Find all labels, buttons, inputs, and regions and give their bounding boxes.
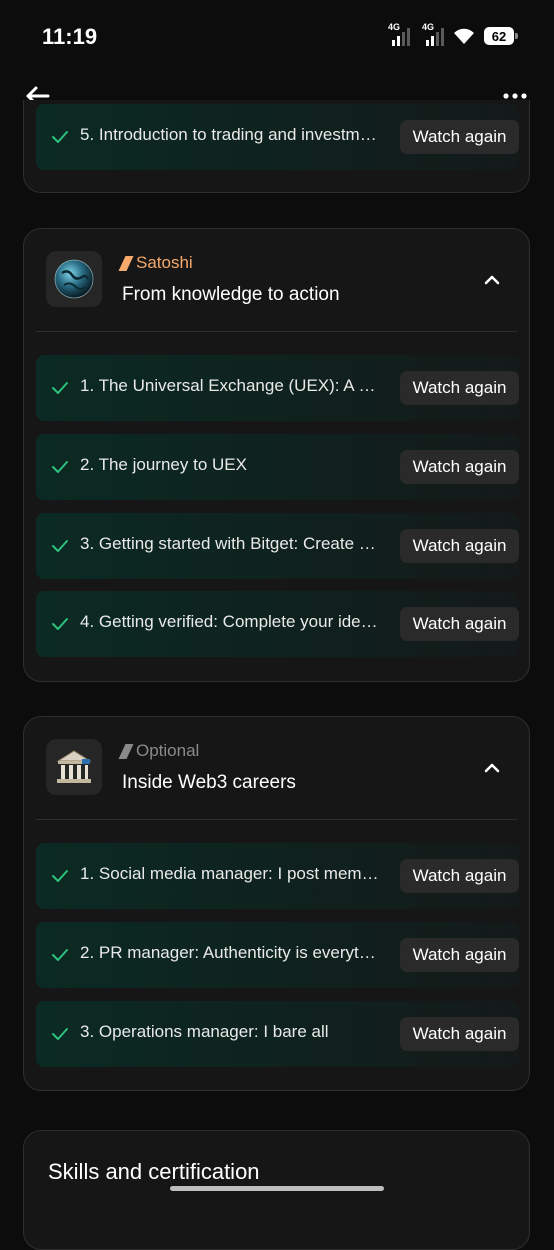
watch-again-button[interactable]: Watch again	[400, 371, 519, 405]
watch-again-button[interactable]: Watch again	[400, 120, 519, 154]
check-icon	[52, 540, 68, 552]
course-tag-label: Satoshi	[136, 253, 193, 272]
status-bar: 11:19 4G 4G 62	[0, 0, 554, 72]
collapse-button[interactable]	[481, 269, 503, 291]
lesson-item[interactable]: 2. The journey to UEX Watch again	[36, 434, 519, 500]
course-tag: Satoshi	[118, 253, 193, 273]
lesson-title: 1. The Universal Exchange (UEX): A new e…	[80, 376, 380, 395]
check-icon	[52, 1028, 68, 1040]
course-card-header[interactable]: Satoshi From knowledge to action	[24, 229, 529, 331]
lesson-title: 3. Operations manager: I bare all	[80, 1022, 329, 1041]
lesson-title: 3. Getting started with Bitget: Create y…	[80, 534, 380, 553]
check-icon	[52, 870, 68, 882]
check-icon	[52, 461, 68, 473]
check-icon	[52, 382, 68, 394]
divider	[36, 331, 517, 332]
lesson-title: 2. PR manager: Authenticity is everythin…	[80, 943, 380, 962]
divider	[36, 819, 517, 820]
watch-again-button[interactable]: Watch again	[400, 1017, 519, 1051]
skills-card-title: Skills and certification	[48, 1159, 260, 1184]
watch-again-button[interactable]: Watch again	[400, 859, 519, 893]
lesson-title: 4. Getting verified: Complete your ident…	[80, 612, 380, 631]
tag-slash-icon	[118, 255, 134, 271]
tag-slash-icon	[118, 743, 134, 759]
network-type-label: 4G	[388, 22, 401, 32]
bank-icon	[56, 750, 92, 783]
course-title: From knowledge to action	[122, 284, 340, 305]
globe-icon	[54, 259, 94, 299]
course-title: Inside Web3 careers	[122, 772, 296, 793]
lesson-item[interactable]: 3. Getting started with Bitget: Create y…	[36, 513, 519, 579]
check-icon	[52, 131, 68, 143]
course-tag-label: Optional	[136, 741, 200, 760]
lesson-title: 5. Introduction to trading and investmen…	[80, 125, 380, 144]
status-time: 11:19	[42, 24, 98, 49]
course-card: Optional Inside Web3 careers 1. Social m…	[23, 716, 530, 1091]
check-icon	[52, 949, 68, 961]
lesson-item[interactable]: 3. Operations manager: I bare all Watch …	[36, 1001, 519, 1067]
home-indicator[interactable]	[170, 1186, 384, 1191]
course-icon	[46, 251, 102, 307]
watch-again-button[interactable]: Watch again	[400, 529, 519, 563]
watch-again-button[interactable]: Watch again	[400, 450, 519, 484]
watch-again-button[interactable]: Watch again	[400, 938, 519, 972]
course-card: Satoshi From knowledge to action 1. The …	[23, 228, 530, 682]
cellular-signal-icon: 4G	[422, 22, 444, 46]
lesson-item[interactable]: 4. Getting verified: Complete your ident…	[36, 591, 519, 657]
battery-icon: 62	[484, 27, 518, 45]
network-type-label: 4G	[422, 22, 435, 32]
collapse-button[interactable]	[481, 757, 503, 779]
lesson-title: 2. The journey to UEX	[80, 455, 247, 474]
chevron-up-icon	[484, 275, 500, 285]
course-card-partial: 5. Introduction to trading and investmen…	[23, 100, 530, 193]
lesson-title: 1. Social media manager: I post memes fo…	[80, 864, 380, 883]
course-tag: Optional	[118, 741, 200, 761]
course-card-header[interactable]: Optional Inside Web3 careers	[24, 717, 529, 819]
lesson-item[interactable]: 1. The Universal Exchange (UEX): A new e…	[36, 355, 519, 421]
wifi-icon	[454, 28, 474, 44]
cellular-signal-icon: 4G	[388, 22, 410, 46]
more-dots-icon	[503, 93, 527, 99]
course-icon	[46, 739, 102, 795]
lesson-item[interactable]: 1. Social media manager: I post memes fo…	[36, 843, 519, 909]
check-icon	[52, 618, 68, 630]
lesson-item[interactable]: 5. Introduction to trading and investmen…	[36, 104, 519, 170]
watch-again-button[interactable]: Watch again	[400, 607, 519, 641]
chevron-up-icon	[484, 763, 500, 773]
status-icons: 4G 4G 62	[388, 22, 518, 48]
lesson-item[interactable]: 2. PR manager: Authenticity is everythin…	[36, 922, 519, 988]
